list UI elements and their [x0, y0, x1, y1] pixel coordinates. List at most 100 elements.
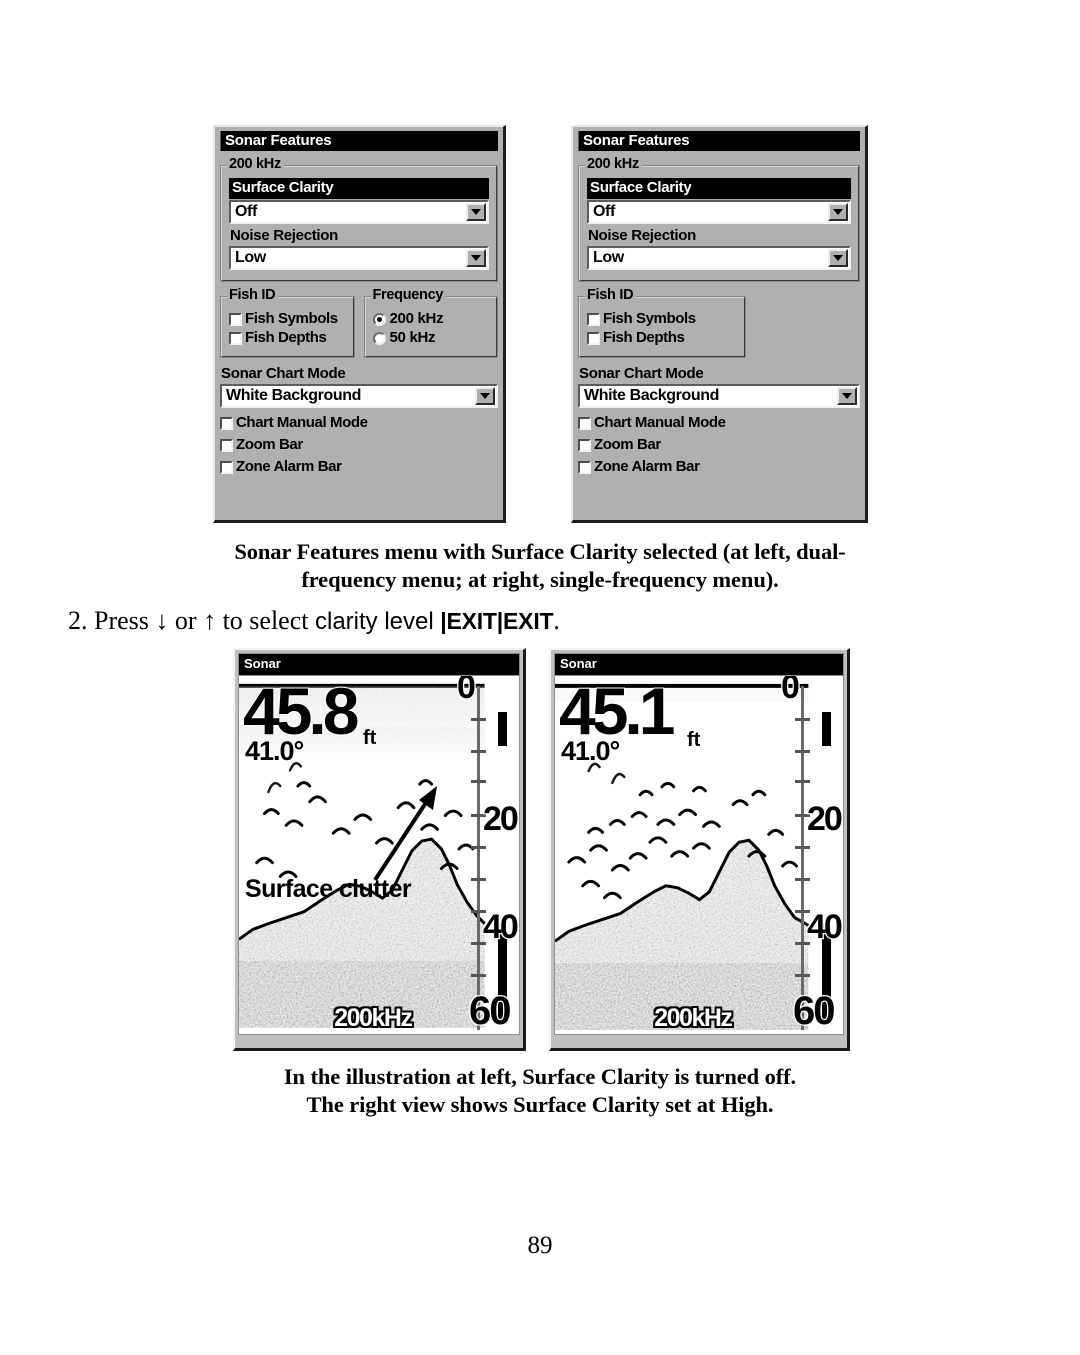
depth-unit-label: ft: [363, 727, 377, 749]
checkbox-zone-alarm-bar[interactable]: Zone Alarm Bar: [220, 459, 498, 475]
checkbox-zoom-bar[interactable]: Zoom Bar: [220, 437, 498, 453]
chevron-down-icon[interactable]: [475, 387, 495, 405]
checkbox-fish-symbols-label: Fish Symbols: [245, 310, 338, 327]
checkbox-fish-depths-label: Fish Depths: [245, 329, 327, 346]
surface-clarity-dropdown[interactable]: Off: [587, 200, 851, 224]
checkbox-icon[interactable]: [220, 416, 233, 430]
depth-scale-label-60: 60: [792, 989, 837, 1033]
arrow-up-icon: ↑: [203, 606, 217, 635]
group-frequency-label: Frequency: [370, 288, 447, 303]
group-frequency: Frequency 200 kHz 50 kHz: [363, 288, 498, 358]
checkbox-chart-manual-mode[interactable]: Chart Manual Mode: [220, 415, 498, 431]
group-fish-id-label: Fish ID: [585, 288, 637, 303]
sonar-title-bar: Sonar: [554, 653, 844, 675]
sonar-chart-mode-label: Sonar Chart Mode: [221, 365, 346, 382]
figure-caption-top: Sonar Features menu with Surface Clarity…: [90, 538, 990, 594]
checkbox-icon[interactable]: [229, 331, 242, 345]
depth-scale: 0 20 40 60: [449, 676, 519, 1034]
depth-scale: 0 20 40 60: [773, 676, 843, 1034]
checkbox-fish-symbols[interactable]: Fish Symbols: [229, 311, 346, 327]
chevron-down-icon[interactable]: [466, 203, 486, 221]
surface-clarity-label[interactable]: Surface Clarity: [229, 178, 489, 199]
depth-scale-line: [477, 686, 480, 1030]
fish-id-spacer: [755, 296, 860, 358]
figure-caption-bottom-line2: The right view shows Surface Clarity set…: [306, 1092, 774, 1117]
checkbox-icon[interactable]: [578, 438, 591, 452]
radio-200khz[interactable]: 200 kHz: [372, 310, 490, 327]
frequency-reading: 200kHz: [654, 1004, 733, 1032]
checkbox-fish-depths-label: Fish Depths: [603, 329, 685, 346]
checkbox-icon[interactable]: [587, 312, 600, 326]
group-200khz: 200 kHz Surface Clarity Off Noise Reject…: [578, 157, 860, 282]
surface-clarity-dropdown[interactable]: Off: [229, 200, 489, 224]
sonar-features-menu-dual-frequency: Sonar Features 200 kHz Surface Clarity O…: [213, 125, 506, 523]
checkbox-fish-symbols-label: Fish Symbols: [603, 310, 696, 327]
temperature-reading: 41.0°: [561, 736, 620, 766]
depth-scale-label-40: 40: [482, 908, 519, 946]
sonar-title-bar: Sonar: [238, 653, 520, 675]
step-to-select-words: to select: [222, 606, 309, 635]
sonar-chart-mode-dropdown[interactable]: White Background: [578, 384, 860, 408]
checkbox-icon[interactable]: [587, 331, 600, 345]
noise-rejection-value: Low: [593, 249, 624, 266]
figure-caption-top-line2: frequency menu; at right, single-frequen…: [301, 567, 779, 592]
group-fish-id-label: Fish ID: [227, 288, 279, 303]
checkbox-zone-alarm-bar-label: Zone Alarm Bar: [594, 458, 700, 475]
depth-scale-label-0: 0: [780, 675, 801, 706]
checkbox-icon[interactable]: [220, 460, 233, 474]
depth-scale-label-40: 40: [806, 908, 843, 946]
noise-rejection-dropdown[interactable]: Low: [587, 246, 851, 270]
surface-clutter-annotation: Surface clutter: [245, 875, 412, 903]
depth-scale-label-20: 20: [806, 800, 843, 838]
arrow-down-icon: ↓: [155, 606, 169, 635]
chevron-down-icon[interactable]: [828, 249, 848, 267]
noise-rejection-label: Noise Rejection: [588, 227, 697, 244]
checkbox-chart-manual-mode[interactable]: Chart Manual Mode: [578, 415, 860, 431]
figure-caption-top-line1: Sonar Features menu with Surface Clarity…: [234, 539, 846, 564]
group-fish-id: Fish ID Fish Symbols Fish Depths: [220, 288, 355, 358]
step-or-word: or: [174, 606, 197, 635]
radio-50khz-label: 50 kHz: [389, 329, 436, 346]
menu-title-bar: Sonar Features: [578, 131, 860, 151]
checkbox-zone-alarm-bar[interactable]: Zone Alarm Bar: [578, 459, 860, 475]
step-period: .: [553, 606, 560, 635]
chevron-down-icon[interactable]: [837, 387, 857, 405]
sonar-screenshot-clarity-off: Sonar 45.8 ft 41.0° Surface clutter 0 20…: [233, 648, 526, 1051]
temperature-reading: 41.0°: [245, 736, 304, 766]
depth-scale-label-20: 20: [482, 800, 519, 838]
radio-200khz-label: 200 kHz: [389, 310, 444, 327]
checkbox-icon[interactable]: [578, 460, 591, 474]
zoom-bar-marker: [498, 712, 507, 746]
figure-caption-bottom: In the illustration at left, Surface Cla…: [110, 1063, 970, 1119]
sonar-chart-mode-value: White Background: [226, 387, 361, 404]
sonar-chart-mode-value: White Background: [584, 387, 719, 404]
group-200khz: 200 kHz Surface Clarity Off Noise Reject…: [220, 157, 498, 282]
step-press-word: Press: [94, 606, 149, 635]
surface-clarity-label[interactable]: Surface Clarity: [587, 178, 851, 199]
radio-50khz[interactable]: 50 kHz: [372, 329, 490, 346]
noise-rejection-dropdown[interactable]: Low: [229, 246, 489, 270]
checkbox-zoom-bar-label: Zoom Bar: [594, 436, 661, 453]
radio-unselected-icon[interactable]: [372, 331, 386, 345]
sonar-chart-mode-dropdown[interactable]: White Background: [220, 384, 498, 408]
menu-title-bar: Sonar Features: [220, 131, 498, 151]
checkbox-fish-depths[interactable]: Fish Depths: [229, 330, 346, 346]
checkbox-icon[interactable]: [578, 416, 591, 430]
radio-selected-icon[interactable]: [372, 312, 386, 326]
checkbox-icon[interactable]: [229, 312, 242, 326]
checkbox-icon[interactable]: [220, 438, 233, 452]
checkbox-fish-depths[interactable]: Fish Depths: [587, 330, 737, 346]
zoom-bar-marker: [822, 712, 831, 746]
chevron-down-icon[interactable]: [828, 203, 848, 221]
checkbox-fish-symbols[interactable]: Fish Symbols: [587, 311, 737, 327]
checkbox-zone-alarm-bar-label: Zone Alarm Bar: [236, 458, 342, 475]
instruction-step-2: 2. Press ↓ or ↑ to select clarity level …: [68, 605, 1018, 638]
group-200khz-label: 200 kHz: [585, 157, 642, 172]
depth-reading: 45.1: [558, 675, 676, 748]
sonar-features-menu-single-frequency: Sonar Features 200 kHz Surface Clarity O…: [571, 125, 868, 523]
group-200khz-label: 200 kHz: [227, 157, 284, 172]
fish-id-row: Fish ID Fish Symbols Fish Depths: [578, 288, 860, 358]
chevron-down-icon[interactable]: [466, 249, 486, 267]
checkbox-zoom-bar[interactable]: Zoom Bar: [578, 437, 860, 453]
surface-clarity-value: Off: [593, 203, 615, 220]
